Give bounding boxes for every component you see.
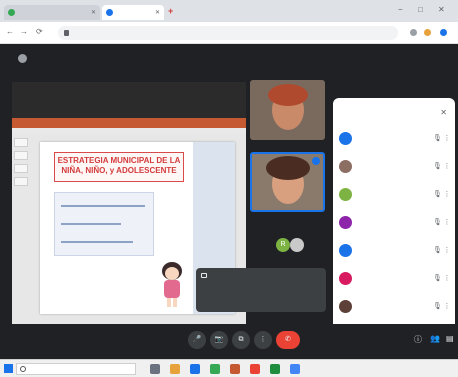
browser-tab-strip: ✕ ✕ + − □ ✕	[0, 0, 458, 22]
speaking-indicator-icon	[312, 157, 320, 165]
close-window-icon[interactable]: ✕	[438, 5, 445, 14]
forward-icon[interactable]: →	[20, 27, 28, 36]
taskbar-app-icon[interactable]	[190, 364, 200, 374]
taskbar-app-icon[interactable]	[250, 364, 260, 374]
meet-stage: ESTRATEGIA MUNICIPAL DE LA NIÑA, NIÑO, y…	[0, 44, 458, 363]
chat-notification[interactable]	[196, 268, 326, 312]
slide-thumbnail	[14, 151, 28, 160]
slide-text-line	[61, 205, 145, 207]
participant-row[interactable]: 🎙⋮	[339, 240, 451, 260]
slide-text-line	[61, 241, 133, 243]
slide-title-box: ESTRATEGIA MUNICIPAL DE LA NIÑA, NIÑO, y…	[54, 152, 184, 182]
taskbar-app-icon[interactable]	[150, 364, 160, 374]
microphone-icon[interactable]: 🎙	[433, 302, 442, 310]
participant-row[interactable]: 🎙⋮	[339, 128, 451, 148]
taskbar-search[interactable]	[16, 363, 136, 375]
more-options-icon[interactable]: ⋮	[443, 162, 451, 170]
participant-row[interactable]: 🎙⋮	[339, 184, 451, 204]
more-options-button[interactable]: ⋮	[254, 331, 272, 349]
participant-avatar	[339, 271, 352, 285]
call-controls-bar: 🎤 📷 ⧉ ⋮ ✆ ⓘ 👥 ▤	[0, 324, 458, 359]
slide-thumbnail	[14, 138, 28, 147]
taskbar-app-icon[interactable]	[210, 364, 220, 374]
tab-close-icon[interactable]: ✕	[91, 9, 96, 16]
chat-icon	[201, 273, 207, 278]
slide-text-line	[61, 223, 121, 225]
microphone-icon[interactable]: 🎙	[433, 190, 442, 198]
participant-avatar	[339, 215, 352, 229]
slide-content-box	[54, 192, 154, 256]
participant-row[interactable]: 🎙⋮	[339, 268, 451, 288]
participant-row[interactable]: 🎙⋮	[339, 296, 451, 316]
reload-icon[interactable]: ⟳	[36, 27, 43, 36]
more-options-icon[interactable]: ⋮	[443, 218, 451, 226]
address-bar[interactable]	[58, 26, 398, 40]
participant-avatar	[290, 238, 304, 252]
windows-start-icon[interactable]	[4, 364, 13, 373]
more-options-icon[interactable]: ⋮	[443, 134, 451, 142]
extension-icon[interactable]	[410, 29, 417, 36]
microphone-icon[interactable]: 🎙	[433, 274, 442, 282]
taskbar-app-icon[interactable]	[230, 364, 240, 374]
microphone-icon[interactable]: 🎙	[433, 246, 442, 254]
participant-video-tile[interactable]	[250, 80, 325, 140]
participant-video-tile[interactable]	[250, 152, 325, 212]
slide-title: ESTRATEGIA MUNICIPAL DE LA NIÑA, NIÑO, y…	[57, 156, 181, 175]
girl-illustration	[158, 262, 188, 308]
more-options-icon[interactable]: ⋮	[443, 190, 451, 198]
taskbar-app-icon[interactable]	[270, 364, 280, 374]
presenter-avatar	[18, 54, 27, 63]
participant-avatar	[339, 299, 352, 313]
slide-thumbnails	[14, 138, 30, 318]
chat-notification-header	[201, 273, 321, 278]
microphone-icon[interactable]: 🎙	[433, 162, 442, 170]
back-icon[interactable]: ←	[6, 27, 14, 36]
participant-row[interactable]: 🎙⋮	[339, 156, 451, 176]
taskbar-app-icon[interactable]	[290, 364, 300, 374]
presenter-banner	[18, 54, 32, 63]
taskbar-app-icon[interactable]	[170, 364, 180, 374]
close-icon[interactable]: ✕	[440, 108, 447, 117]
info-icon[interactable]: ⓘ	[414, 334, 422, 345]
os-taskbar	[0, 359, 458, 377]
extension-icon[interactable]	[424, 29, 431, 36]
present-button[interactable]: ⧉	[232, 331, 250, 349]
participant-row[interactable]: 🎙⋮	[339, 212, 451, 232]
tab-close-icon[interactable]: ✕	[155, 9, 160, 16]
search-icon	[20, 366, 26, 372]
more-options-icon[interactable]: ⋮	[443, 302, 451, 310]
browser-tab-2[interactable]: ✕	[102, 5, 164, 20]
participant-avatar	[339, 243, 352, 257]
camera-button[interactable]: 📷	[210, 331, 228, 349]
participant-avatar	[339, 187, 352, 201]
slide-thumbnail	[14, 164, 28, 173]
browser-tab-1[interactable]: ✕	[4, 5, 100, 20]
tab-favicon-icon	[8, 9, 15, 16]
participant-hair	[266, 156, 310, 180]
powerpoint-ribbon	[12, 118, 246, 128]
browser-toolbar: ← → ⟳	[0, 22, 458, 44]
microphone-button[interactable]: 🎤	[188, 331, 206, 349]
microphone-icon[interactable]: 🎙	[433, 134, 442, 142]
end-call-button[interactable]: ✆	[276, 331, 300, 349]
participant-avatar	[339, 159, 352, 173]
tab-favicon-icon	[106, 9, 113, 16]
slide-thumbnail	[14, 177, 28, 186]
participant-avatar-tile[interactable]: R	[250, 226, 325, 270]
chat-icon[interactable]: ▤	[446, 334, 454, 343]
participant-avatar: R	[276, 238, 290, 252]
more-options-icon[interactable]: ⋮	[443, 246, 451, 254]
new-tab-button[interactable]: +	[168, 6, 173, 16]
participant-hair	[268, 84, 308, 106]
microphone-icon[interactable]: 🎙	[433, 218, 442, 226]
profile-avatar[interactable]	[440, 29, 447, 36]
maximize-icon[interactable]: □	[418, 5, 423, 14]
participant-avatar	[339, 131, 352, 145]
more-options-icon[interactable]: ⋮	[443, 274, 451, 282]
people-icon[interactable]: 👥	[430, 334, 440, 343]
minimize-icon[interactable]: −	[398, 5, 403, 14]
lock-icon	[64, 30, 69, 36]
